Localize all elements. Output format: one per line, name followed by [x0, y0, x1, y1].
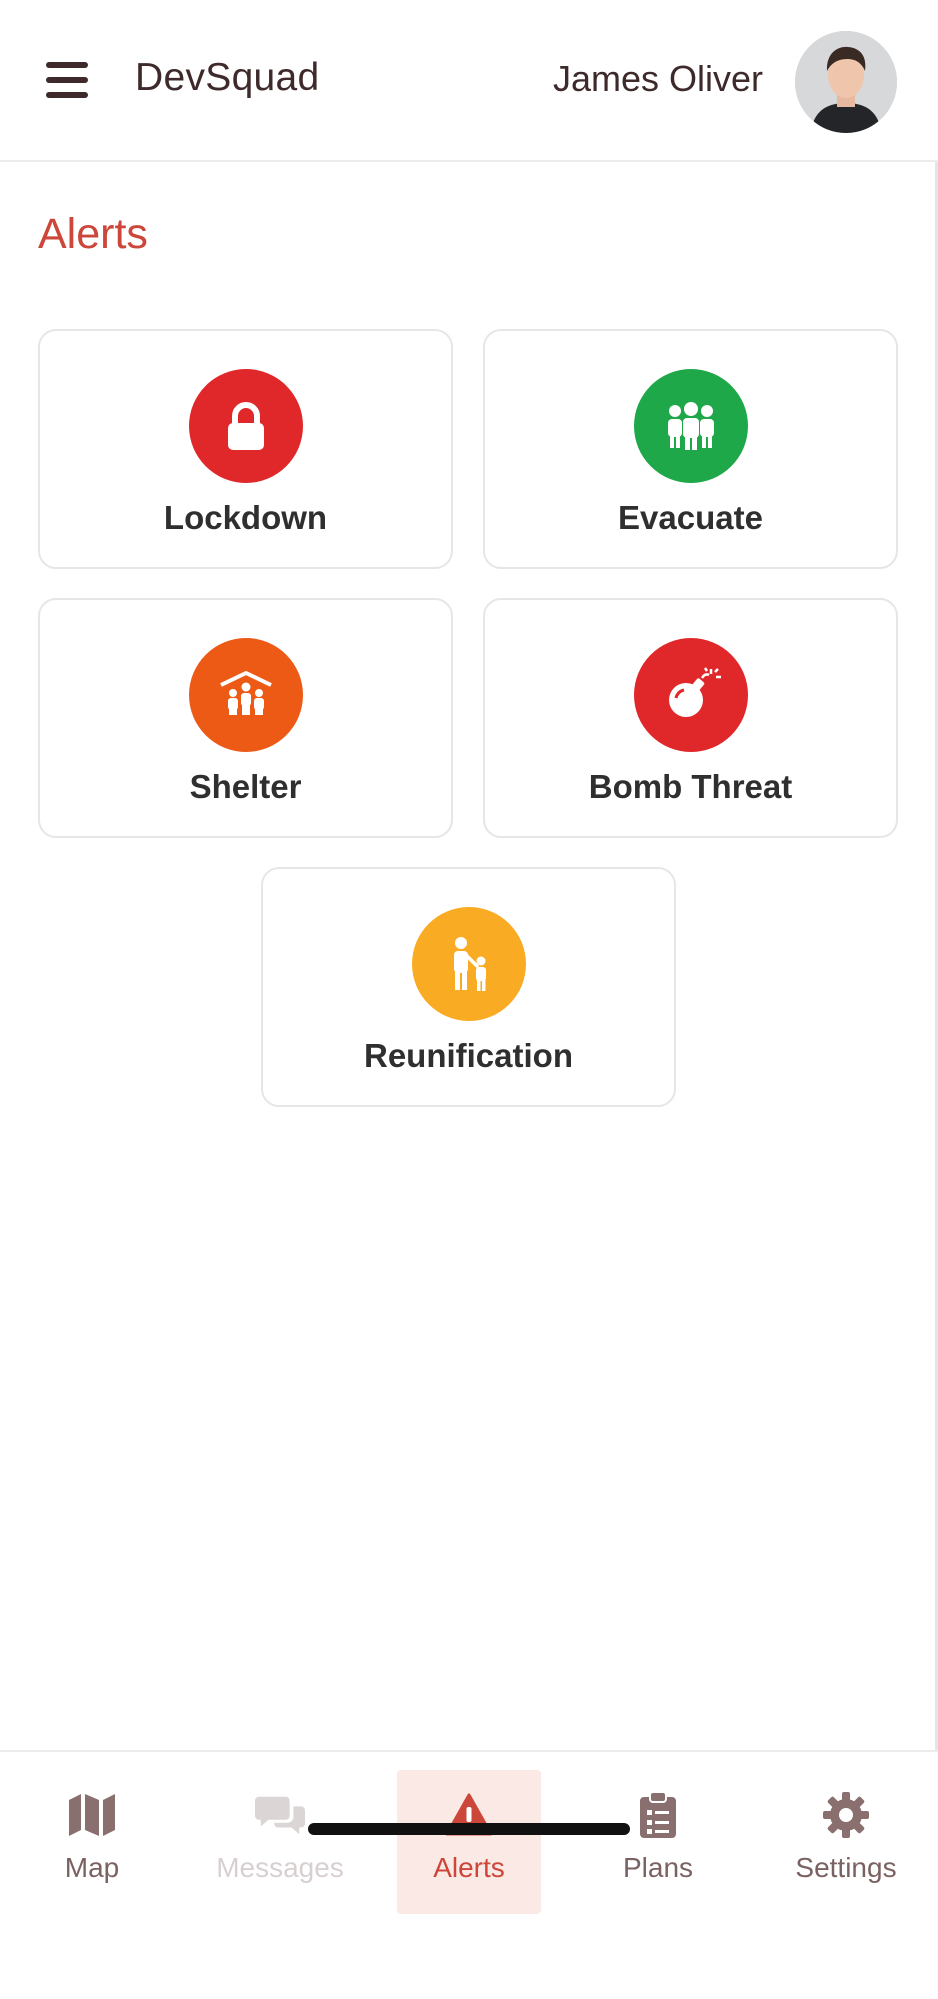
alert-label: Evacuate	[618, 499, 763, 536]
nav-label: Plans	[622, 1852, 694, 1883]
lock-icon	[227, 402, 264, 450]
nav-item-alerts[interactable]: Alerts	[397, 1770, 541, 1914]
lockdown-icon-circle	[188, 369, 303, 483]
nav-item-messages[interactable]: Messages	[208, 1770, 352, 1914]
parent-child-icon	[453, 937, 486, 991]
alert-card-shelter[interactable]: Shelter	[38, 598, 453, 838]
nav-item-plans[interactable]: Plans	[586, 1770, 730, 1914]
group-people-icon	[667, 402, 714, 450]
alert-label: Lockdown	[163, 499, 328, 536]
page-title: Alerts	[38, 210, 148, 258]
alert-label: Reunification	[363, 1037, 573, 1074]
nav-label: Settings	[795, 1852, 897, 1883]
alert-card-evacuate[interactable]: Evacuate	[483, 329, 898, 569]
evacuate-icon-circle	[633, 369, 748, 483]
alert-card-reunification[interactable]: Reunification	[261, 867, 676, 1107]
user-name[interactable]: James Oliver	[553, 58, 763, 100]
alert-card-bomb-threat[interactable]: Bomb Threat	[483, 598, 898, 838]
clipboard-icon	[633, 1790, 683, 1840]
top-app-bar: DevSquad James Oliver	[0, 0, 938, 162]
alert-label: Shelter	[189, 768, 302, 805]
nav-label: Map	[64, 1852, 120, 1883]
nav-item-map[interactable]: Map	[20, 1770, 164, 1914]
shelter-people-icon	[219, 671, 272, 715]
bomb-threat-icon-circle	[633, 638, 748, 752]
map-icon	[67, 1790, 117, 1840]
bomb-icon	[668, 667, 721, 717]
app-name: DevSquad	[135, 56, 320, 99]
user-avatar	[795, 31, 897, 133]
nav-label: Messages	[216, 1852, 344, 1883]
alert-card-lockdown[interactable]: Lockdown	[38, 329, 453, 569]
shelter-icon-circle	[188, 638, 303, 752]
bottom-navigation: Map Messages Alerts Plans Settings	[0, 1750, 938, 1999]
hamburger-menu-icon[interactable]	[46, 62, 88, 98]
chat-bubbles-icon	[255, 1790, 305, 1840]
app-screen: DevSquad James Oliver Alerts Lockdown Ev…	[0, 0, 938, 1999]
avatar[interactable]	[795, 31, 897, 133]
nav-item-settings[interactable]: Settings	[774, 1770, 918, 1914]
nav-label: Alerts	[433, 1852, 505, 1883]
gear-icon	[821, 1790, 871, 1840]
home-indicator	[308, 1823, 630, 1835]
alert-label: Bomb Threat	[588, 768, 793, 805]
reunification-icon-circle	[411, 907, 526, 1021]
